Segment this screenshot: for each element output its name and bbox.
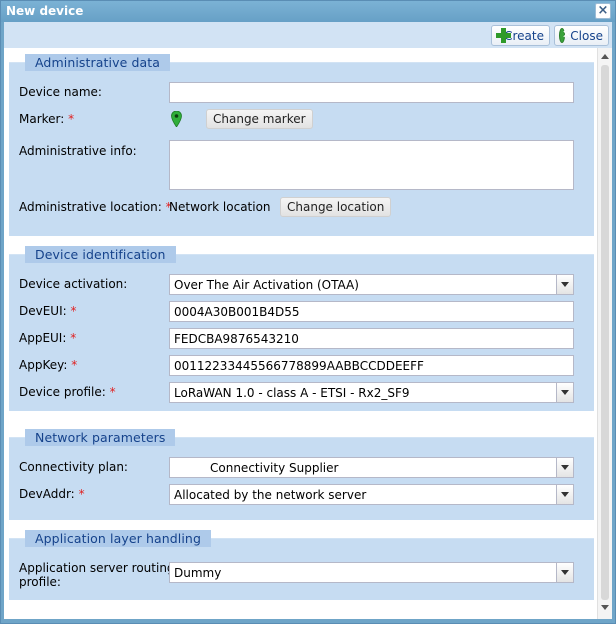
appeui-input[interactable] bbox=[169, 328, 574, 349]
administrative-info-label: Administrative info: bbox=[19, 144, 137, 158]
marker-label: Marker: * bbox=[19, 112, 75, 126]
appeui-label: AppEUI: * bbox=[19, 331, 77, 345]
create-button[interactable]: Create bbox=[491, 25, 550, 46]
device-profile-select[interactable]: LoRaWAN 1.0 - class A - ETSI - Rx2_SF9 bbox=[169, 382, 574, 403]
network-parameters-header: Network parameters bbox=[25, 429, 176, 446]
vertical-scrollbar[interactable] bbox=[597, 48, 612, 619]
chevron-down-icon[interactable] bbox=[556, 275, 573, 294]
close-button[interactable]: Close bbox=[554, 25, 609, 46]
device-activation-select[interactable]: Over The Air Activation (OTAA) bbox=[169, 274, 574, 295]
administrative-location-value: Network location bbox=[169, 200, 271, 214]
device-profile-value: LoRaWAN 1.0 - class A - ETSI - Rx2_SF9 bbox=[174, 386, 410, 400]
devaddr-label: DevAddr: * bbox=[19, 487, 85, 501]
change-marker-button[interactable]: Change marker bbox=[206, 109, 313, 129]
connectivity-plan-value: Connectivity Supplier bbox=[210, 461, 339, 475]
new-device-window: New device × Create Close Administrative… bbox=[0, 0, 616, 624]
title-bar[interactable]: New device × bbox=[1, 1, 615, 22]
form-content: Administrative data Device name: Marker:… bbox=[4, 48, 597, 619]
device-name-input[interactable] bbox=[169, 82, 574, 103]
application-routing-label: Application server routing profile: bbox=[19, 561, 175, 589]
administrative-location-label: Administrative location: * bbox=[19, 200, 172, 214]
scroll-up-icon[interactable] bbox=[601, 54, 609, 59]
administrative-info-textarea[interactable] bbox=[169, 140, 574, 190]
cancel-icon bbox=[559, 28, 572, 43]
appkey-input[interactable] bbox=[169, 355, 574, 376]
device-identification-panel: Device identification Device activation:… bbox=[9, 246, 594, 411]
application-layer-panel: Application layer handling Application s… bbox=[9, 530, 594, 600]
deveui-label: DevEUI: * bbox=[19, 304, 77, 318]
close-button-label: Close bbox=[570, 28, 603, 43]
application-routing-value: Dummy bbox=[174, 566, 222, 580]
toolbar: Create Close bbox=[4, 22, 612, 48]
chevron-down-icon[interactable] bbox=[556, 458, 573, 477]
map-pin-icon bbox=[171, 111, 182, 127]
connectivity-plan-select[interactable]: Connectivity Supplier bbox=[169, 457, 574, 478]
scrollbar-thumb[interactable] bbox=[601, 65, 609, 600]
deveui-input[interactable] bbox=[169, 301, 574, 322]
devaddr-select[interactable]: Allocated by the network server bbox=[169, 484, 574, 505]
devaddr-value: Allocated by the network server bbox=[174, 488, 367, 502]
device-activation-value: Over The Air Activation (OTAA) bbox=[174, 278, 359, 292]
connectivity-plan-label: Connectivity plan: bbox=[19, 460, 128, 474]
window-close-icon[interactable]: × bbox=[595, 3, 611, 19]
application-routing-select[interactable]: Dummy bbox=[169, 562, 574, 583]
window-title: New device bbox=[6, 4, 84, 18]
change-location-button[interactable]: Change location bbox=[280, 197, 392, 217]
chevron-down-icon[interactable] bbox=[556, 383, 573, 402]
device-identification-header: Device identification bbox=[25, 246, 176, 263]
device-activation-label: Device activation: bbox=[19, 277, 128, 291]
appkey-label: AppKey: * bbox=[19, 358, 78, 372]
device-name-label: Device name: bbox=[19, 85, 102, 99]
chevron-down-icon[interactable] bbox=[556, 563, 573, 582]
administrative-data-panel: Administrative data Device name: Marker:… bbox=[9, 54, 594, 236]
plus-icon bbox=[496, 28, 512, 43]
device-profile-label: Device profile: * bbox=[19, 385, 116, 399]
network-parameters-panel: Network parameters Connectivity plan: Co… bbox=[9, 429, 594, 520]
scroll-down-icon[interactable] bbox=[601, 605, 609, 610]
administrative-data-header: Administrative data bbox=[25, 54, 171, 71]
application-layer-header: Application layer handling bbox=[25, 530, 211, 547]
chevron-down-icon[interactable] bbox=[556, 485, 573, 504]
